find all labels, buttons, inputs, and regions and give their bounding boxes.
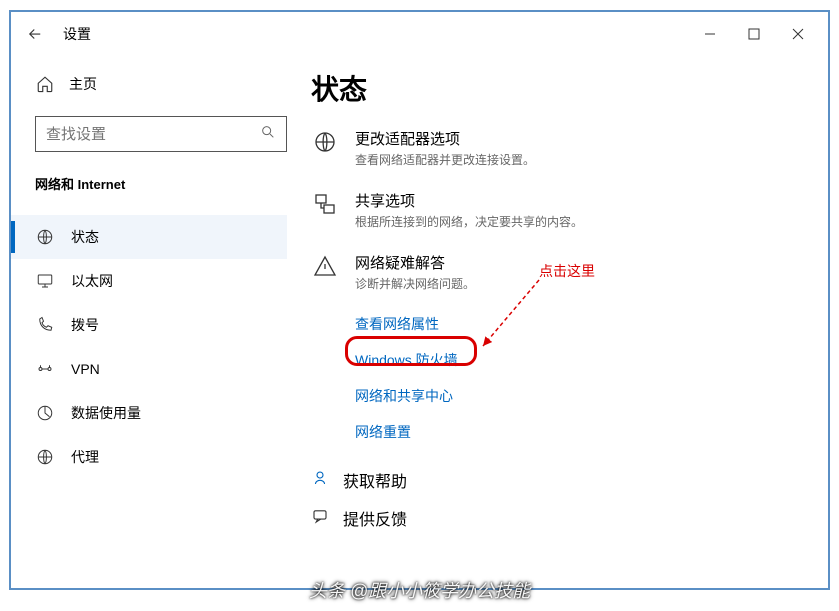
setting-desc: 根据所连接到的网络，决定要共享的内容。 bbox=[355, 213, 583, 230]
link-network-props[interactable]: 查看网络属性 bbox=[355, 314, 804, 334]
minimize-button[interactable] bbox=[688, 18, 732, 50]
feedback-icon bbox=[311, 507, 329, 530]
nav-ethernet[interactable]: 以太网 bbox=[11, 259, 287, 303]
search-box[interactable] bbox=[35, 116, 287, 152]
section-header: 网络和 Internet bbox=[35, 174, 287, 193]
nav-label: 代理 bbox=[71, 447, 99, 467]
setting-desc: 查看网络适配器并更改连接设置。 bbox=[355, 151, 535, 168]
home-link[interactable]: 主页 bbox=[35, 66, 287, 102]
vpn-icon bbox=[35, 359, 55, 379]
home-icon bbox=[35, 74, 55, 94]
nav-status[interactable]: 状态 bbox=[11, 215, 287, 259]
close-button[interactable] bbox=[776, 18, 820, 50]
nav-vpn[interactable]: VPN bbox=[11, 347, 287, 391]
adapter-options[interactable]: 更改适配器选项 查看网络适配器并更改连接设置。 bbox=[311, 128, 804, 168]
setting-desc: 诊断并解决网络问题。 bbox=[355, 275, 475, 292]
main-panel: 状态 更改适配器选项 查看网络适配器并更改连接设置。 共享选项 根据所连接到的网… bbox=[311, 56, 828, 588]
help-icon bbox=[311, 469, 329, 492]
link-network-reset[interactable]: 网络重置 bbox=[355, 422, 804, 442]
give-feedback[interactable]: 提供反馈 bbox=[311, 506, 804, 530]
maximize-button[interactable] bbox=[732, 18, 776, 50]
home-label: 主页 bbox=[69, 74, 97, 94]
get-help[interactable]: 获取帮助 bbox=[311, 468, 804, 492]
sharing-options[interactable]: 共享选项 根据所连接到的网络，决定要共享的内容。 bbox=[311, 190, 804, 230]
setting-title: 网络疑难解答 bbox=[355, 252, 475, 273]
window-title: 设置 bbox=[63, 24, 91, 44]
search-icon bbox=[260, 124, 276, 145]
setting-title: 更改适配器选项 bbox=[355, 128, 535, 149]
phone-icon bbox=[35, 315, 55, 335]
nav-label: VPN bbox=[71, 361, 100, 377]
nav-proxy[interactable]: 代理 bbox=[11, 435, 287, 479]
nav-label: 状态 bbox=[71, 227, 99, 247]
nav-label: 以太网 bbox=[71, 271, 113, 291]
page-title: 状态 bbox=[311, 68, 804, 108]
sidebar: 主页 网络和 Internet 状态 以太网 拨号 bbox=[11, 56, 311, 588]
nav-label: 拨号 bbox=[71, 315, 99, 335]
nav-data-usage[interactable]: 数据使用量 bbox=[11, 391, 287, 435]
globe-icon bbox=[35, 227, 55, 247]
link-firewall[interactable]: Windows 防火墙 bbox=[355, 350, 804, 370]
watermark: 头条 @跟小小筱学办公技能 bbox=[309, 577, 530, 603]
nav-dialup[interactable]: 拨号 bbox=[11, 303, 287, 347]
search-input[interactable] bbox=[46, 126, 260, 143]
link-sharing-center[interactable]: 网络和共享中心 bbox=[355, 386, 804, 406]
warning-icon bbox=[311, 252, 339, 280]
settings-window: 设置 主页 网络和 Internet 状态 bbox=[9, 10, 830, 590]
back-button[interactable] bbox=[19, 18, 51, 50]
footer-label: 提供反馈 bbox=[343, 506, 407, 530]
annotation-callout: 点击这里 bbox=[539, 261, 595, 281]
footer-label: 获取帮助 bbox=[343, 468, 407, 492]
network-icon bbox=[311, 190, 339, 218]
chart-icon bbox=[35, 403, 55, 423]
monitor-icon bbox=[35, 271, 55, 291]
globe-icon bbox=[311, 128, 339, 156]
nav-label: 数据使用量 bbox=[71, 403, 141, 423]
globe-icon bbox=[35, 447, 55, 467]
setting-title: 共享选项 bbox=[355, 190, 583, 211]
titlebar: 设置 bbox=[11, 12, 828, 56]
